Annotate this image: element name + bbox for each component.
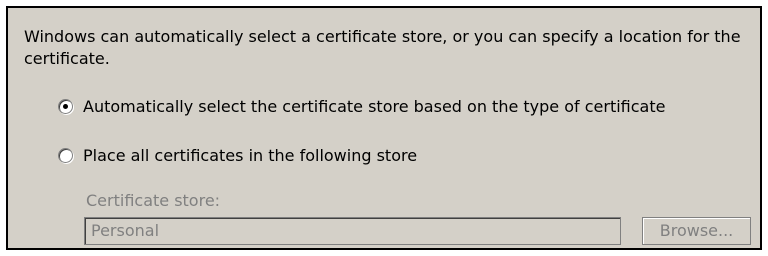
certificate-store-field: Personal <box>84 217 621 245</box>
certificate-store-panel: Windows can automatically select a certi… <box>6 6 762 250</box>
radio-auto-select-label[interactable]: Automatically select the certificate sto… <box>83 97 665 116</box>
radio-button-unselected-icon[interactable] <box>58 147 73 163</box>
radio-place-in-store-label[interactable]: Place all certificates in the following … <box>83 146 417 165</box>
intro-text: Windows can automatically select a certi… <box>24 27 741 68</box>
certificate-store-label: Certificate store: <box>86 191 221 210</box>
radio-place-in-store[interactable]: Place all certificates in the following … <box>58 144 417 166</box>
radio-auto-select[interactable]: Automatically select the certificate sto… <box>58 95 665 117</box>
radio-button-selected-icon[interactable] <box>58 98 73 114</box>
browse-button: Browse... <box>642 217 751 245</box>
